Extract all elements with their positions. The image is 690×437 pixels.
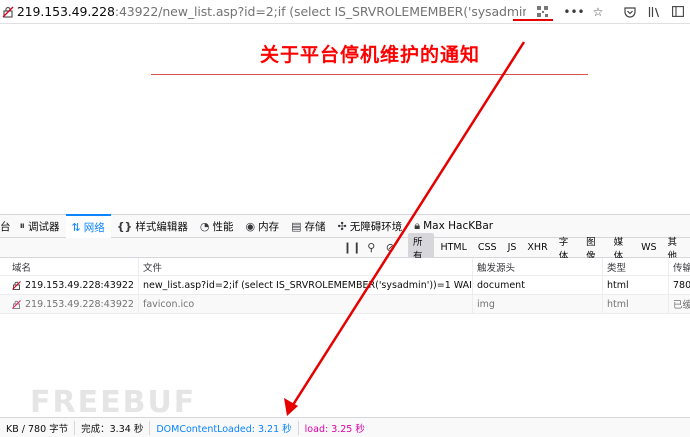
- row-file: new_list.asp?id=2;if (select IS_SRVROLEM…: [139, 276, 473, 294]
- table-row[interactable]: 219.153.49.228:43922 favicon.ico img htm…: [0, 295, 690, 314]
- filter-js[interactable]: JS: [503, 241, 522, 254]
- row-type: html: [603, 276, 669, 294]
- row-domain: 219.153.49.228:43922: [25, 298, 134, 310]
- accessibility-icon: ✣: [337, 219, 347, 233]
- insecure-lock-icon: [12, 299, 21, 309]
- row-type: html: [603, 295, 669, 313]
- bookmark-star-icon[interactable]: ☆: [586, 0, 610, 24]
- network-request-table: 域名 文件 触发源头 类型 传输 219.153.49.228:43922 ne…: [0, 258, 690, 314]
- column-header-cause[interactable]: 触发源头: [473, 258, 603, 275]
- url-bar[interactable]: 219.153.49.228:43922/new_list.asp?id=2;i…: [0, 0, 690, 24]
- search-icon[interactable]: ⚲: [362, 241, 381, 254]
- network-icon: ⇅: [71, 220, 81, 234]
- tab-label: Max HacKBar: [423, 220, 494, 232]
- status-load: load: 3.25 秒: [304, 423, 365, 435]
- tab-network[interactable]: ⇅ 网络: [65, 214, 111, 238]
- url-path: :43922/new_list.asp?id=2;if (select IS_S…: [114, 4, 526, 19]
- row-transfer: 已缓: [673, 300, 690, 311]
- tab-accessibility[interactable]: ✣ 无障碍环境: [332, 214, 409, 238]
- row-domain: 219.153.49.228:43922: [25, 279, 134, 291]
- tab-style-editor[interactable]: {} 样式编辑器: [111, 214, 194, 238]
- tab-label: 网络: [83, 221, 105, 234]
- title-divider: [151, 74, 588, 75]
- status-dom-content-loaded: DOMContentLoaded: 3.21 秒: [150, 420, 299, 435]
- tab-label: 存储: [304, 220, 326, 233]
- library-icon[interactable]: [642, 0, 666, 24]
- status-size: KB / 780 字节: [0, 420, 76, 435]
- column-header-file[interactable]: 文件: [139, 258, 473, 275]
- tab-label: 性能: [212, 220, 234, 233]
- filter-html[interactable]: HTML: [435, 241, 471, 254]
- tab-label: 样式编辑器: [135, 220, 188, 233]
- url-highlight-underline: [513, 19, 553, 21]
- tab-label: 内存: [258, 220, 280, 233]
- column-header-transfer[interactable]: 传输: [669, 258, 690, 275]
- row-cause: img: [473, 295, 603, 313]
- sidebar-icon[interactable]: [666, 0, 690, 24]
- tab-label: 调试器: [28, 220, 60, 233]
- memory-icon: ◉: [245, 219, 256, 233]
- page-actions-icon[interactable]: •••: [562, 0, 586, 24]
- pause-icon[interactable]: ❙❙: [343, 241, 362, 254]
- gauge-icon: ◔: [199, 219, 210, 233]
- url-host: 219.153.49.228: [16, 4, 115, 19]
- column-header-type[interactable]: 类型: [603, 258, 669, 275]
- row-transfer: 780: [673, 279, 690, 291]
- page-title: 关于平台停机维护的通知: [259, 44, 480, 66]
- storage-icon: ▤: [291, 219, 302, 233]
- row-cause: document: [473, 276, 603, 294]
- tab-memory[interactable]: ◉ 内存: [240, 214, 286, 238]
- table-row[interactable]: 219.153.49.228:43922 new_list.asp?id=2;i…: [0, 276, 690, 295]
- tab-label: 无障碍环境: [349, 220, 403, 233]
- status-finish: 完成：3.34 秒: [75, 420, 151, 435]
- tab-storage[interactable]: ▤ 存储: [285, 214, 331, 238]
- arrow-head: [284, 398, 298, 416]
- column-header-domain[interactable]: 域名: [8, 258, 139, 275]
- clear-icon[interactable]: ⊘: [381, 241, 400, 254]
- insecure-lock-icon: [12, 280, 21, 290]
- network-toolbar: ❙❙ ⚲ ⊘ 所有 HTML CSS JS XHR 字体 图像 媒体 WS 其他: [0, 232, 690, 263]
- tab-performance[interactable]: ◔ 性能: [194, 214, 240, 238]
- braces-icon: {}: [116, 219, 133, 233]
- freebuf-watermark: FREEBUF: [30, 385, 197, 420]
- debugger-icon: ⏸: [19, 219, 26, 232]
- table-header: 域名 文件 触发源头 类型 传输: [0, 258, 690, 276]
- tab-debugger[interactable]: ⏸ 调试器: [14, 214, 66, 238]
- insecure-lock-icon[interactable]: [0, 0, 17, 24]
- filter-xhr[interactable]: XHR: [522, 241, 552, 254]
- network-status-bar: KB / 780 字节 完成：3.34 秒 DOMContentLoaded: …: [0, 417, 690, 437]
- row-file: favicon.ico: [139, 295, 473, 313]
- tab-console-partial[interactable]: 台: [0, 214, 14, 238]
- url-text[interactable]: 219.153.49.228:43922/new_list.asp?id=2;i…: [17, 4, 526, 19]
- hackbar-lock-icon: 🔒︎: [414, 219, 421, 232]
- filter-ws[interactable]: WS: [636, 241, 661, 254]
- filter-css[interactable]: CSS: [473, 241, 502, 254]
- pocket-icon[interactable]: [618, 0, 642, 24]
